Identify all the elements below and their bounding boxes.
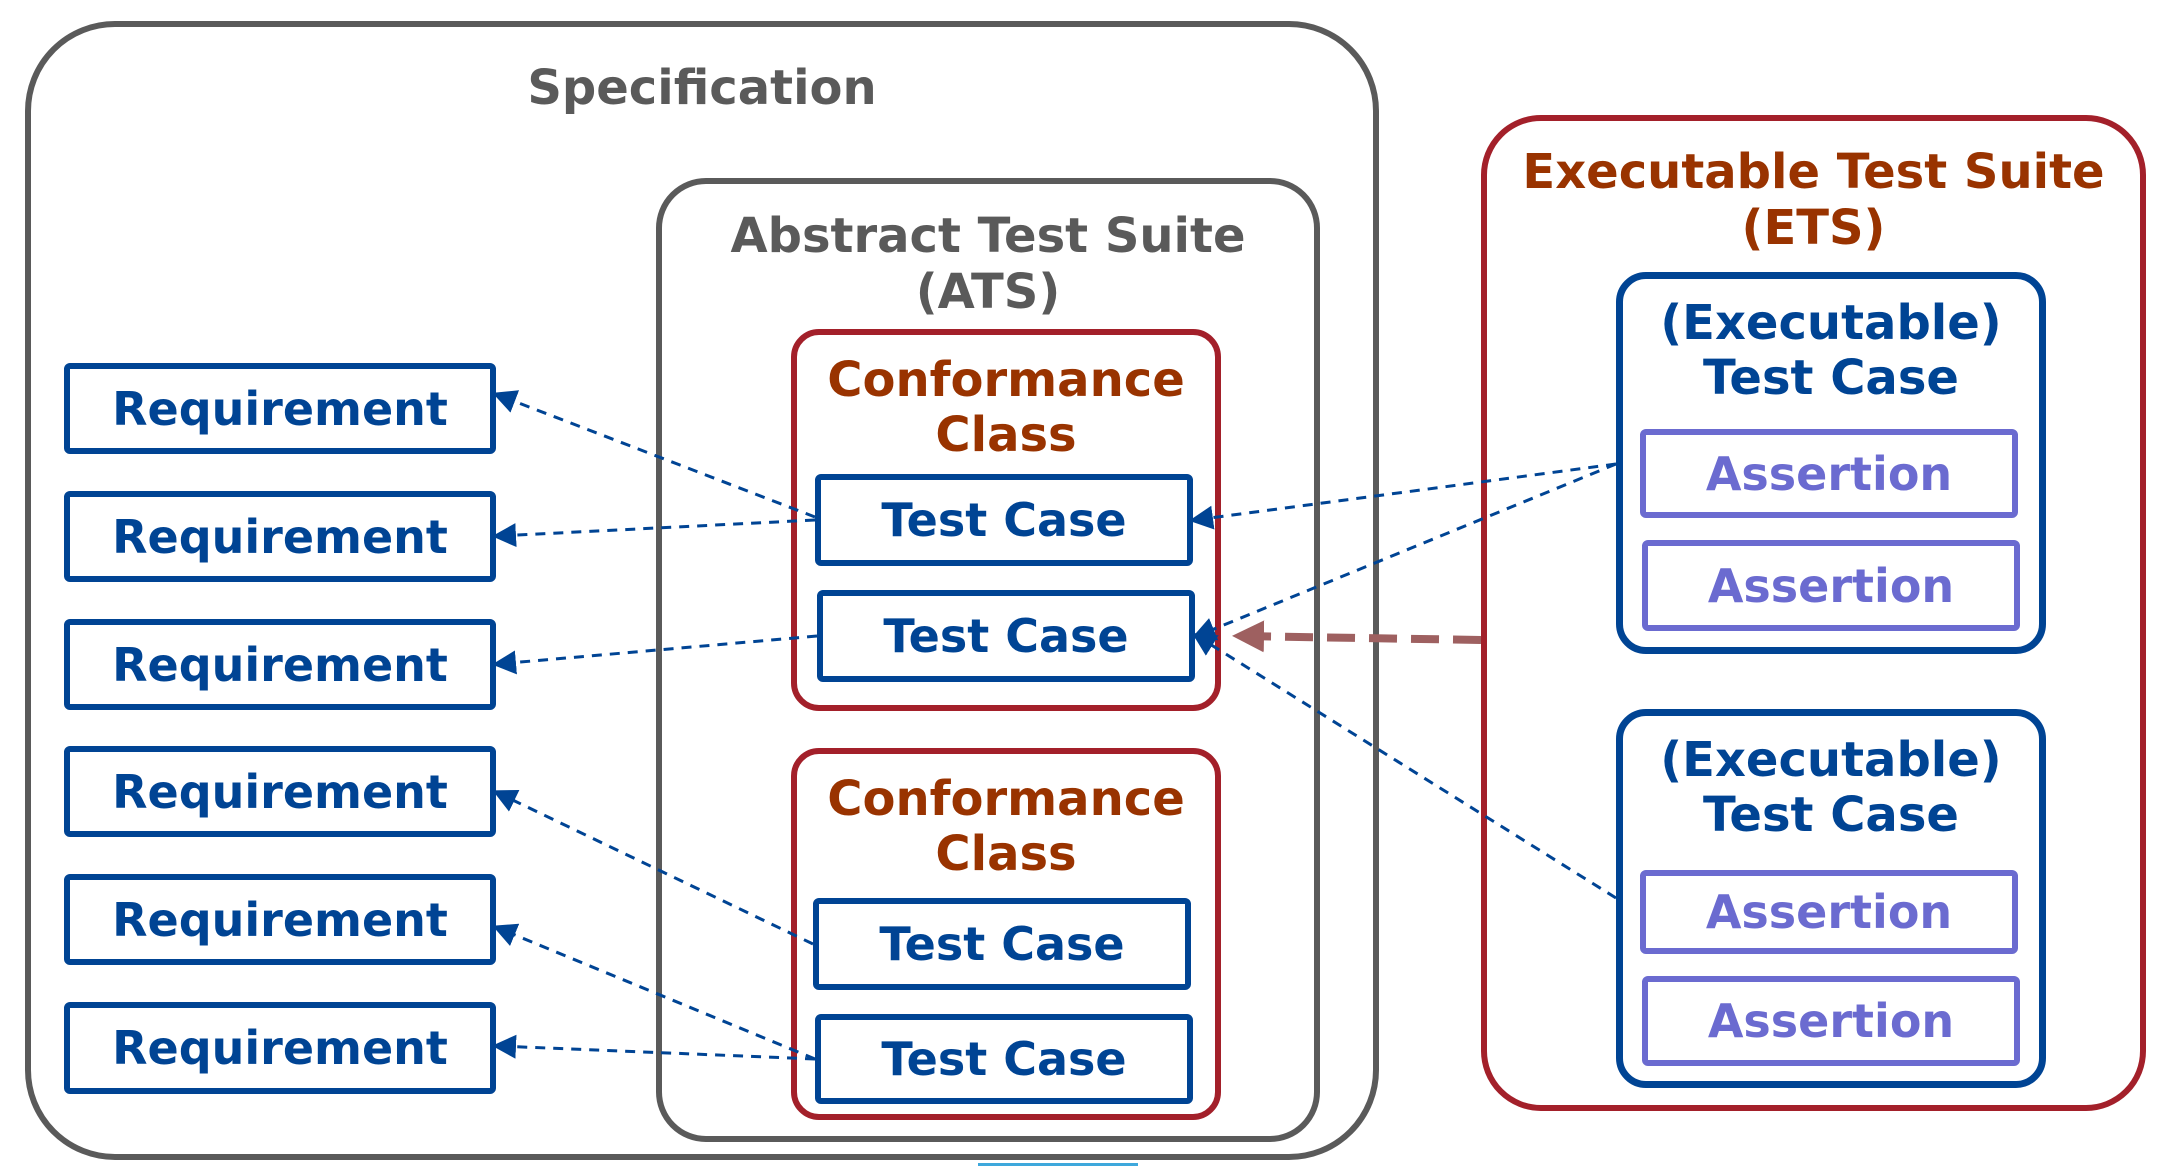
trace-tc1-req1 (492, 390, 816, 519)
trace-tc4-req6 (492, 1034, 816, 1061)
implements-arrow (1232, 620, 1482, 653)
trace-etc1-tc2 (1191, 462, 1617, 641)
trace-tc4-req5 (492, 923, 816, 1061)
trace-tc2-req3 (492, 634, 818, 675)
trace-etc2-tc2 (1191, 632, 1617, 900)
trace-tc1-req2 (492, 518, 816, 548)
trace-tc3-req4 (492, 789, 814, 946)
connectors-layer (492, 390, 1617, 1166)
trace-etc1-tc1 (1189, 462, 1617, 530)
